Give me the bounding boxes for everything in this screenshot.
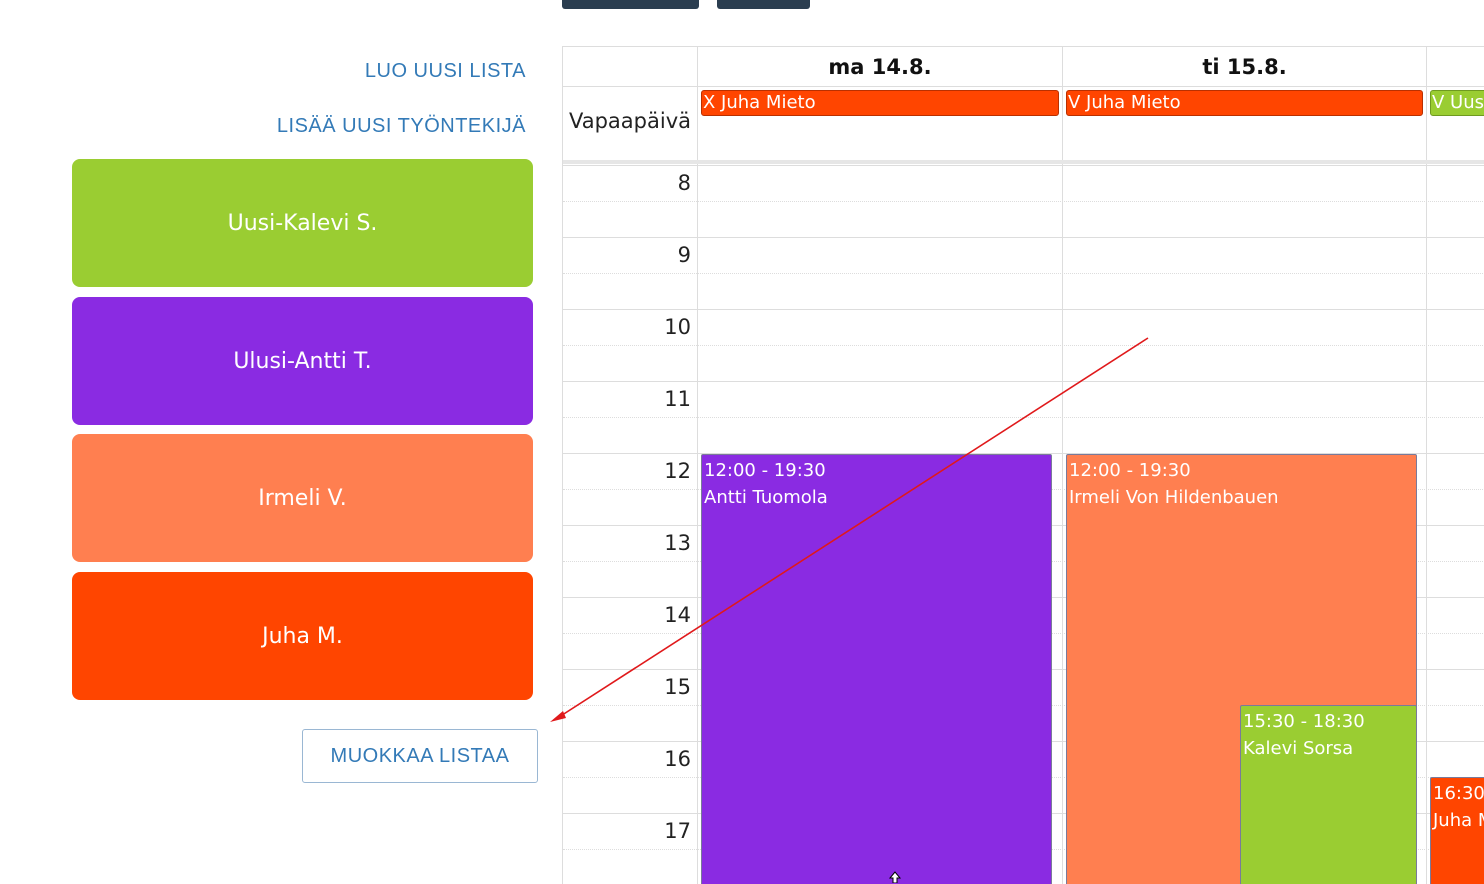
employee-name: Irmeli V. <box>258 485 347 511</box>
employee-card[interactable]: Uusi-Kalevi S. <box>72 159 533 287</box>
event-time: 15:30 - 18:30 <box>1243 711 1365 732</box>
day-header[interactable]: ti 15.8. <box>1063 47 1426 87</box>
hour-label: 8 <box>677 171 691 195</box>
edit-list-button[interactable]: MUOKKAA LISTAA <box>302 729 538 783</box>
new-list-link[interactable]: LUO UUSI LISTA <box>365 60 526 83</box>
hour-label: 14 <box>664 603 691 627</box>
event-name: Irmeli Von Hildenbauen <box>1069 487 1279 508</box>
shift-event[interactable]: 15:30 - 18:30 Kalevi Sorsa <box>1240 705 1417 884</box>
hour-label: 10 <box>664 315 691 339</box>
day-header[interactable]: ma 14.8. <box>698 47 1062 87</box>
hour-label: 17 <box>664 819 691 843</box>
hour-label: 11 <box>664 387 691 411</box>
employee-card[interactable]: Juha M. <box>72 572 533 700</box>
hour-label: 9 <box>677 243 691 267</box>
event-name: Kalevi Sorsa <box>1243 738 1354 759</box>
hour-label: 13 <box>664 531 691 555</box>
event-time: 12:00 - 19:30 <box>1069 460 1191 481</box>
allday-event[interactable]: V Juha Mieto <box>1066 90 1423 116</box>
allday-label: Vapaapäivä <box>568 109 691 133</box>
hour-label: 16 <box>664 747 691 771</box>
event-time: 16:30 <box>1433 783 1484 804</box>
employee-name: Ulusi-Antti T. <box>233 348 372 374</box>
hour-label: 15 <box>664 675 691 699</box>
event-name: Juha M <box>1433 810 1484 831</box>
employee-card[interactable]: Ulusi-Antti T. <box>72 297 533 425</box>
toolbar-button-right[interactable] <box>717 0 810 9</box>
toolbar-button-left[interactable] <box>562 0 699 9</box>
employee-name: Juha M. <box>262 623 343 649</box>
add-employee-link[interactable]: LISÄÄ UUSI TYÖNTEKIJÄ <box>277 115 526 138</box>
event-name: Antti Tuomola <box>704 487 828 508</box>
allday-event[interactable]: X Juha Mieto <box>701 90 1059 116</box>
employee-name: Uusi-Kalevi S. <box>227 210 378 236</box>
allday-event[interactable]: V Uusi <box>1430 90 1484 116</box>
event-time: 12:00 - 19:30 <box>704 460 826 481</box>
shift-event[interactable]: 12:00 - 19:30 Antti Tuomola <box>701 454 1052 884</box>
employee-card[interactable]: Irmeli V. <box>72 434 533 562</box>
shift-event[interactable]: 16:30 Juha M <box>1430 777 1484 884</box>
hour-label: 12 <box>664 459 691 483</box>
week-calendar: ma 14.8. ti 15.8. Vapaapäivä X Juha Miet… <box>562 46 1484 884</box>
